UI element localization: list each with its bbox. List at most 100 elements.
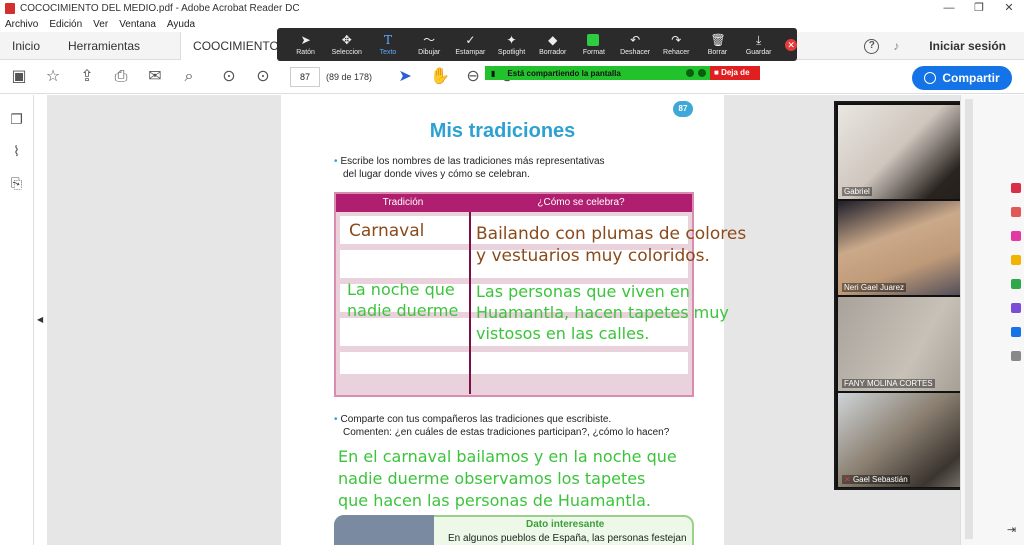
- pages-icon[interactable]: ❐: [9, 111, 25, 127]
- upload-icon[interactable]: ⇪: [78, 68, 96, 86]
- right-sidebar: ⇥: [960, 95, 1024, 545]
- participant-name: FANY MOLINA CORTES: [842, 379, 935, 388]
- header-como: ¿Cómo se celebra?: [537, 197, 625, 208]
- help-icon[interactable]: ?: [864, 38, 880, 54]
- dato-title: Dato interesante: [526, 519, 605, 530]
- mail-icon[interactable]: ✉: [146, 68, 164, 86]
- sharing-banner: ▮ Está compartiendo la pantalla: [485, 66, 710, 80]
- tool-draw[interactable]: 〜 Dibujar: [409, 32, 450, 56]
- export-pdf-icon[interactable]: [1011, 183, 1021, 193]
- print-icon[interactable]: ⎙: [112, 68, 130, 86]
- acrobat-icon: [5, 3, 15, 14]
- window-controls: — ❐ ✕: [934, 0, 1024, 17]
- tool-spotlight[interactable]: ✦ Spotlight: [491, 32, 532, 56]
- annotation-carnaval: Carnaval: [349, 221, 425, 241]
- annotation-answer-line3: que hacen las personas de Huamantla.: [338, 491, 651, 510]
- menu-ver[interactable]: Ver: [93, 19, 108, 30]
- organize-icon[interactable]: [1011, 279, 1021, 289]
- sharing-status-icons: [682, 69, 706, 77]
- tool-text[interactable]: T Texto: [367, 32, 408, 56]
- annotation-row2-line2: nadie duerme: [347, 301, 459, 320]
- zoom-out-icon[interactable]: ⊖: [464, 68, 482, 86]
- restore-icon[interactable]: ❐: [964, 0, 994, 17]
- tool-format[interactable]: Format: [573, 33, 614, 56]
- tool-eraser[interactable]: ◆ Borrador: [532, 32, 573, 56]
- tool-save[interactable]: ⤓ Guardar: [738, 32, 779, 56]
- bell-icon[interactable]: ♪: [893, 40, 905, 52]
- page-number-badge: 87: [673, 101, 693, 117]
- minimize-icon[interactable]: —: [934, 0, 964, 17]
- page-of-text: (89 de 178): [326, 72, 373, 82]
- menu-ventana[interactable]: Ventana: [119, 19, 156, 30]
- left-sidebar: ❐ ⌇ ⎘: [0, 95, 34, 545]
- create-pdf-icon[interactable]: [1011, 207, 1021, 217]
- draw-icon: 〜: [423, 32, 436, 47]
- participant-name: Gabriel: [842, 187, 872, 196]
- scrollbar[interactable]: [965, 99, 973, 539]
- check-icon: ✓: [465, 32, 476, 47]
- zoom-annotate-toolbar: ➤ Ratón ✥ Seleccion T Texto 〜 Dibujar ✓ Estam…: [277, 28, 798, 61]
- participant-name: Neri Gael Juarez: [842, 283, 907, 292]
- text-icon: T: [383, 32, 392, 47]
- table-header: Tradición ¿Cómo se celebra?: [336, 194, 692, 212]
- signin-button[interactable]: Iniciar sesión: [929, 39, 1006, 53]
- tool-select[interactable]: ✥ Seleccion: [326, 33, 367, 56]
- eraser-icon: ◆: [548, 32, 558, 47]
- wand-icon: ✦: [506, 32, 517, 47]
- header-right: ? ♪ Iniciar sesión: [864, 32, 1024, 60]
- menu-ayuda[interactable]: Ayuda: [167, 19, 195, 30]
- signal-icon: ▮: [491, 68, 496, 78]
- annotation-row2-desc2: Huamantla, hacen tapetes muy: [476, 303, 729, 322]
- tool-undo[interactable]: ↶ Deshacer: [615, 33, 656, 56]
- expand-panel-icon[interactable]: ◀: [37, 315, 43, 324]
- tool-redo[interactable]: ↷ Rehacer: [656, 33, 697, 56]
- lock-icon[interactable]: ⎘: [9, 175, 25, 191]
- mouse-icon: ➤: [300, 32, 311, 47]
- dato-text: En algunos pueblos de España, las person…: [448, 533, 687, 544]
- page-down-icon[interactable]: ⊙: [254, 68, 272, 86]
- color-swatch-icon: [586, 33, 599, 46]
- share-button-label: Compartir: [942, 71, 1000, 85]
- table-row: [340, 352, 688, 374]
- trash-icon: 🗑: [710, 32, 726, 47]
- menu-edicion[interactable]: Edición: [49, 19, 82, 30]
- instruction-1: • Escribe los nombres de las tradiciones …: [334, 156, 605, 180]
- close-annotate-icon[interactable]: ✕: [785, 38, 798, 51]
- zoom-search-icon[interactable]: ⌕: [180, 68, 198, 86]
- tab-home[interactable]: Inicio: [0, 32, 52, 60]
- download-icon: ⤓: [756, 32, 762, 47]
- stop-sharing-button[interactable]: ■ Deja de: [710, 66, 760, 80]
- page-up-icon[interactable]: ⊙: [220, 68, 238, 86]
- dato-photo: [334, 515, 434, 545]
- tool-stamp[interactable]: ✓ Estampar: [450, 32, 491, 56]
- save-icon[interactable]: ▣: [10, 68, 28, 86]
- attachment-icon[interactable]: ⌇: [9, 143, 25, 159]
- share-button[interactable]: Compartir: [912, 66, 1012, 90]
- comment-icon[interactable]: [1011, 255, 1021, 265]
- tab-document[interactable]: COOCIMIENTO DE...: [180, 31, 291, 81]
- annotation-row1-line1: Bailando con plumas de colores: [476, 224, 747, 244]
- star-icon[interactable]: ☆: [44, 68, 62, 86]
- more-tools-icon[interactable]: [1011, 351, 1021, 361]
- cursor-icon[interactable]: ➤: [396, 68, 414, 86]
- annotation-row1-line2: y vestuarios muy coloridos.: [476, 246, 710, 266]
- header-tradicion: Tradición: [382, 197, 424, 208]
- collapse-right-icon[interactable]: ⇥: [1007, 523, 1016, 536]
- sharing-text: Está compartiendo la pantalla: [507, 68, 621, 78]
- protect-icon[interactable]: [1011, 327, 1021, 337]
- dato-interesante-box: Dato interesante En algunos pueblos de E…: [334, 515, 694, 545]
- fill-sign-icon[interactable]: [1011, 303, 1021, 313]
- menu-archivo[interactable]: Archivo: [5, 19, 38, 30]
- tool-clear[interactable]: 🗑 Borrar: [697, 32, 738, 56]
- close-icon[interactable]: ✕: [994, 0, 1024, 17]
- page-number-input[interactable]: 87: [290, 67, 320, 87]
- tool-mouse[interactable]: ➤ Ratón: [285, 32, 326, 56]
- title-bar: COCOCIMIENTO DEL MEDIO.pdf - Adobe Acrob…: [0, 0, 1024, 17]
- annotation-row2-line1: La noche que: [347, 280, 455, 299]
- edit-pdf-icon[interactable]: [1011, 231, 1021, 241]
- hand-icon[interactable]: ✋: [430, 68, 450, 86]
- add-person-icon: [924, 72, 937, 84]
- mic-muted-icon: ✕: [844, 475, 851, 484]
- tab-tools[interactable]: Herramientas: [56, 32, 152, 60]
- page-title: Mis tradiciones: [429, 120, 576, 142]
